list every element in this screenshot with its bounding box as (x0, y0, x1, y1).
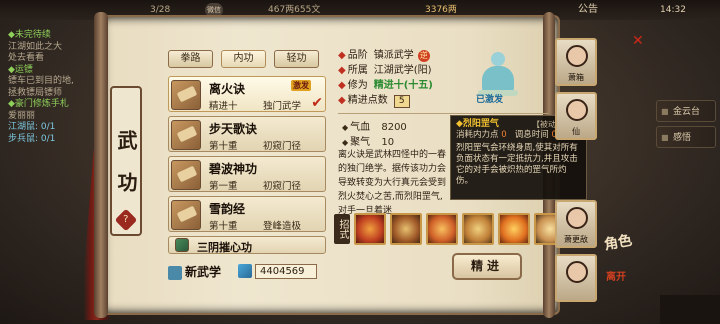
gem-icon (238, 264, 252, 278)
bottom-corner (660, 295, 720, 324)
scroll-icon (171, 160, 201, 190)
move-icon[interactable] (462, 213, 494, 245)
qi-value: 10 (381, 137, 395, 148)
new-skill-button[interactable]: 新武学 (168, 263, 221, 280)
grade-key: 品阶 (347, 50, 368, 61)
close-icon[interactable]: ✕ (632, 34, 646, 48)
cultivation-key: 修为 (347, 80, 368, 91)
skill-name: 步天歌诀 (209, 122, 258, 136)
menu-item[interactable]: 感悟 (656, 126, 716, 149)
character-portrait[interactable]: 仙 (555, 92, 597, 140)
book-icon (168, 265, 182, 280)
skill-path: 初窥门径 (263, 141, 302, 152)
move-icon[interactable] (498, 213, 530, 245)
activated-label: 已激发 (476, 95, 504, 105)
skill-level: 第十重 (209, 141, 238, 152)
tab-inner[interactable]: 内功 (221, 50, 266, 68)
notice-button[interactable]: 公告 (578, 3, 598, 17)
menu-item[interactable]: 金云台 (656, 100, 716, 123)
character-label: 萧箱 (568, 73, 584, 82)
skill-name: 雪韵经 (209, 202, 246, 216)
points-key: 精进点数 (347, 95, 388, 106)
check-icon: ✔ (311, 95, 323, 111)
side-menu: 金云台 感悟 (656, 100, 716, 152)
skill-path: 独门武学 (263, 101, 302, 112)
moves-label: 招式 (334, 214, 350, 244)
skill-name: 离火诀 (209, 82, 246, 96)
skill-item[interactable]: 碧波神功 第一重 初窥门径 (168, 156, 326, 192)
tab-light[interactable]: 轻功 (274, 50, 319, 68)
new-skill-label: 新武学 (185, 265, 222, 279)
scroll-icon (171, 200, 201, 230)
scroll-roller-left (94, 12, 108, 318)
move-icon[interactable] (390, 213, 422, 245)
tooltip-cost-key: 消耗内力点 (456, 130, 499, 140)
skill-list: 离火诀 精进十 独门武学 激发 ✔ 步天歌诀 第十重 初窥门径 碧波神功 第一重… (168, 76, 326, 258)
activated-badge: 激发 (291, 80, 311, 91)
scroll-icon (171, 80, 201, 110)
character-portrait[interactable]: 萧更敌 (555, 200, 597, 248)
skill-points: 4404569 (238, 263, 317, 279)
move-icon[interactable] (426, 213, 458, 245)
skill-item[interactable]: 三阴摧心功 (168, 236, 326, 254)
belong-key: 所属 (347, 65, 368, 76)
cultivation-value: 精进十(十五) (373, 80, 433, 91)
practice-button[interactable]: 精进 (452, 253, 522, 280)
points-value: 5 (393, 95, 410, 108)
tooltip-cd-key: 调息时间 (514, 130, 549, 140)
grade-seal: 逆 (417, 50, 430, 62)
skill-points-value: 4404569 (255, 263, 317, 279)
skill-level: 精进十 (209, 101, 238, 112)
skill-path: 登峰造极 (263, 221, 302, 232)
character-label: 萧更敌 (564, 235, 588, 244)
belong-value: 江湖武学(阳) (373, 65, 432, 76)
qi-key: 聚气 (342, 137, 370, 148)
hp-key: 气血 (342, 122, 370, 133)
grade-value: 镇派武学 (373, 50, 414, 61)
move-icon[interactable] (354, 213, 386, 245)
book-icon (175, 238, 189, 252)
character-portrait[interactable] (555, 254, 597, 302)
skill-info: ◆ 品阶 镇派武学逆 ◆ 所属 江湖武学(阳) ◆ 修为 精进十(十五) ◆ 精进点数 5 (338, 50, 433, 108)
skill-name: 碧波神功 (209, 162, 258, 176)
skill-item[interactable]: 雪韵经 第十重 登峰造极 (168, 196, 326, 232)
tab-fist[interactable]: 拳路 (168, 50, 213, 68)
tooltip-description: 烈阳罡气会环绕身周,使其对所有负面状态有一定抵抗力,并且攻击它的对手会被炽热的罡… (456, 143, 578, 186)
skill-name: 三阴摧心功 (197, 241, 252, 254)
tooltip-cost-value: 0 (501, 130, 507, 140)
hp-value: 8200 (381, 122, 407, 133)
move-list (354, 213, 566, 245)
clock: 14:32 (660, 5, 686, 15)
skill-item[interactable]: 步天歌诀 第十重 初窥门径 (168, 116, 326, 152)
leave-label[interactable]: 离开 (606, 268, 626, 283)
character-label: 仙 (572, 127, 580, 136)
skill-item[interactable]: 离火诀 精进十 独门武学 激发 ✔ (168, 76, 326, 112)
skill-description: 离火诀是武林四怪中的一春的独门绝学。据传该功力会导致转变为大行真元会受到烈火焚心… (338, 150, 447, 216)
skill-level: 第一重 (209, 181, 238, 192)
scroll-icon (171, 120, 201, 150)
character-portrait[interactable]: 萧箱 (555, 38, 597, 86)
skill-category-tabs: 拳路 内功 轻功 (168, 50, 319, 68)
skill-level: 第十重 (209, 221, 238, 232)
skill-path: 初窥门径 (263, 181, 302, 192)
